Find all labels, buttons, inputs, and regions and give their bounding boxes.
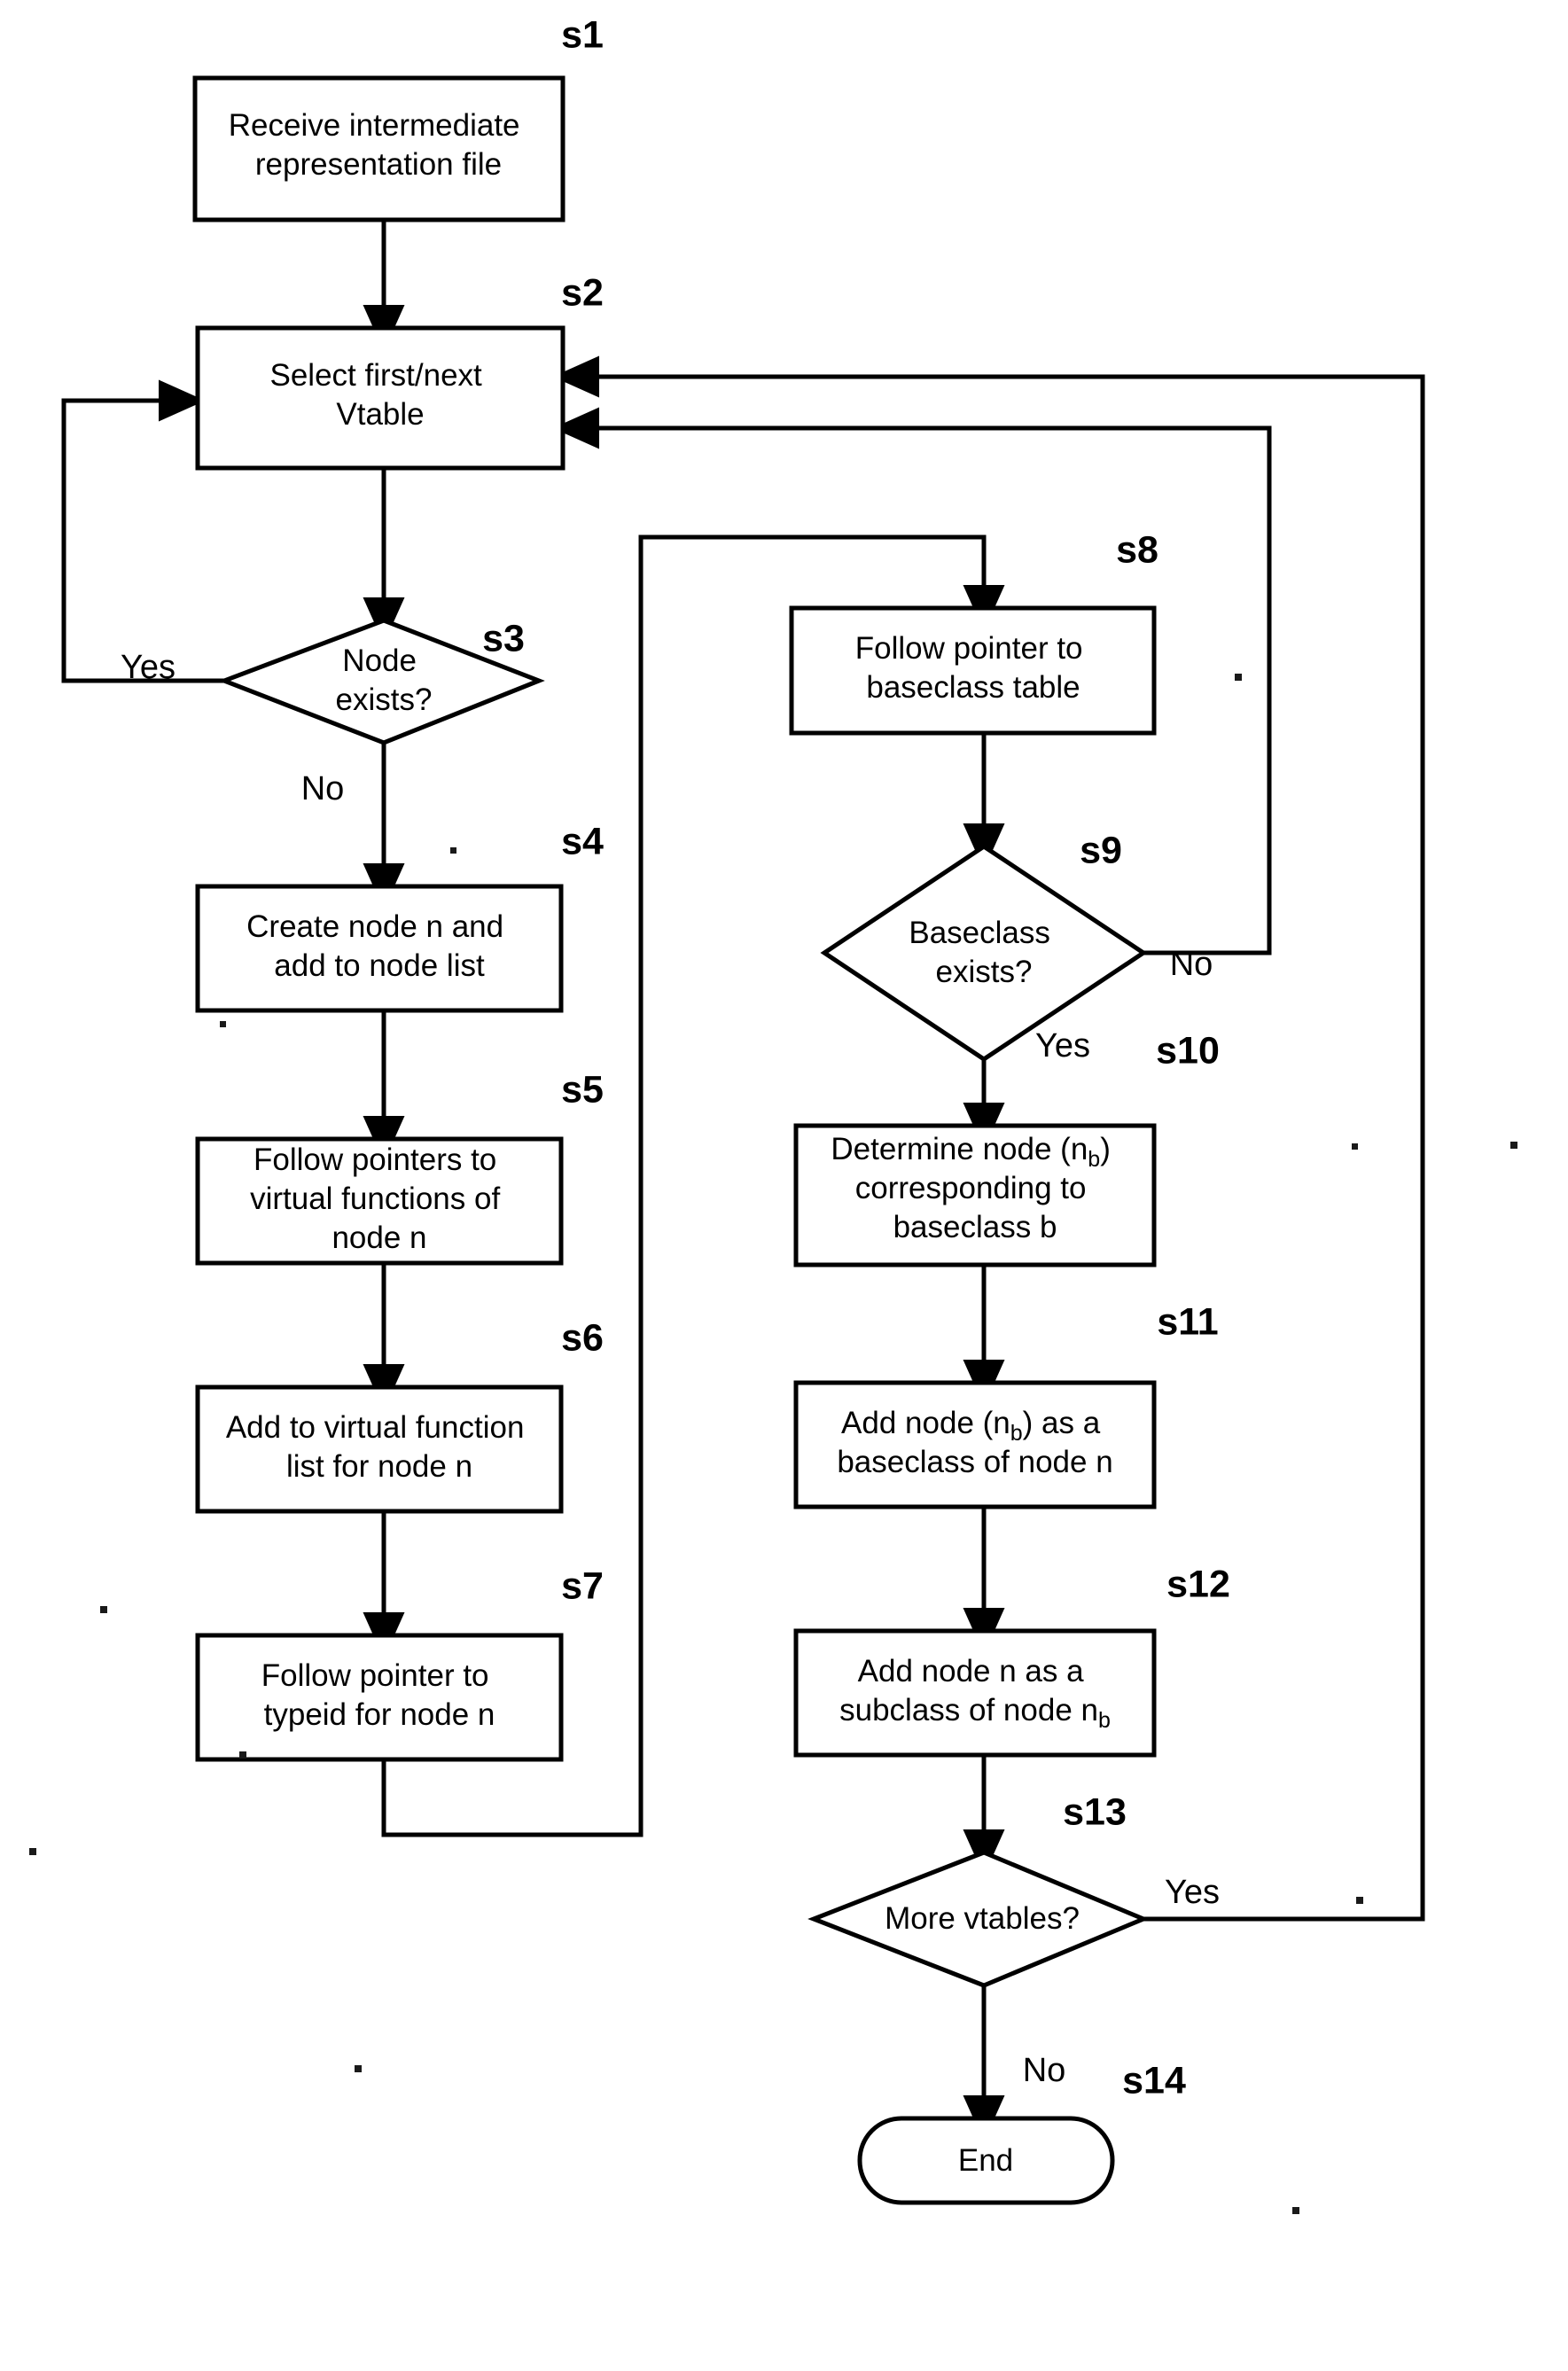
node-s14-label: End	[958, 2143, 1013, 2178]
scan-speck	[1292, 2207, 1299, 2214]
step-label-s1: s1	[561, 13, 604, 56]
step-label-s3: s3	[482, 617, 525, 659]
scan-speck	[1352, 1143, 1358, 1150]
edge-label-s9-yes: Yes	[1035, 1027, 1090, 1065]
edge-label-s9-no: No	[1170, 946, 1213, 983]
step-label-s13: s13	[1063, 1790, 1127, 1833]
node-s12-label: Add node n as a subclass of node nb	[839, 1654, 1111, 1732]
scan-speck	[1235, 674, 1242, 681]
scan-speck	[100, 1606, 107, 1613]
node-s9[interactable]	[820, 843, 1148, 1063]
step-label-s12: s12	[1166, 1563, 1230, 1605]
scan-speck	[220, 1021, 226, 1027]
step-label-s4: s4	[561, 820, 604, 862]
step-label-s7: s7	[561, 1564, 604, 1607]
step-label-s5: s5	[561, 1068, 604, 1111]
step-label-s8: s8	[1116, 528, 1158, 571]
scan-speck	[450, 847, 456, 854]
edge-label-s13-yes: Yes	[1165, 1874, 1220, 1911]
step-label-s14: s14	[1122, 2059, 1186, 2102]
step-label-s9: s9	[1080, 829, 1122, 871]
edge-label-s13-no: No	[1023, 2052, 1066, 2089]
scan-speck	[1356, 1897, 1363, 1904]
edge-label-s3-no: No	[301, 770, 345, 807]
scan-speck	[355, 2065, 362, 2072]
step-label-s2: s2	[561, 271, 604, 314]
step-label-s10: s10	[1156, 1029, 1220, 1072]
step-label-s6: s6	[561, 1316, 604, 1359]
scan-speck	[1510, 1142, 1517, 1149]
node-s13-label: More vtables?	[885, 1901, 1080, 1936]
scan-speck	[239, 1751, 246, 1759]
scan-speck	[29, 1848, 36, 1855]
flowchart-page: Receive intermediate representation file…	[0, 0, 1568, 2371]
flowchart-canvas: Receive intermediate representation file…	[29, 13, 1517, 2214]
step-label-s11: s11	[1157, 1300, 1218, 1343]
edge-label-s3-yes: Yes	[121, 649, 176, 686]
